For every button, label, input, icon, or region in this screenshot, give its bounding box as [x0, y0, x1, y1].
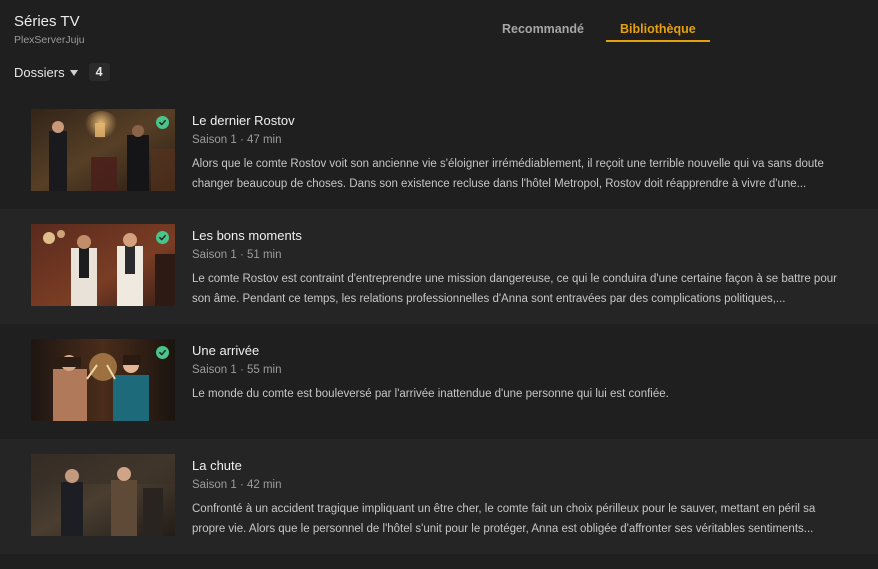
episode-title: Le dernier Rostov [192, 113, 295, 128]
episode-row[interactable]: Le dernier Rostov Saison 1 · 47 min Alor… [0, 94, 878, 209]
tab-recommended[interactable]: Recommandé [488, 18, 598, 42]
episode-title: La chute [192, 458, 242, 473]
tab-library[interactable]: Bibliothèque [605, 18, 710, 42]
header: Séries TV PlexServerJuju Recommandé Bibl… [0, 0, 878, 100]
episode-description: Confronté à un accident tragique impliqu… [192, 503, 816, 535]
episode-row[interactable]: La chute Saison 1 · 42 min Confronté à u… [0, 439, 878, 554]
folders-dropdown-label: Dossiers [14, 64, 65, 80]
server-name: PlexServerJuju [14, 34, 85, 46]
filter-row: Dossiers 4 [14, 62, 110, 82]
app-window: Séries TV PlexServerJuju Recommandé Bibl… [0, 0, 878, 569]
episode-row[interactable]: Les bons moments Saison 1 · 51 min Le co… [0, 209, 878, 324]
watched-check-icon [156, 116, 169, 129]
episode-thumbnail[interactable] [31, 224, 175, 306]
page-title: Séries TV [14, 13, 80, 30]
episode-title: Les bons moments [192, 228, 302, 243]
episode-description: Le monde du comte est bouleversé par l'a… [192, 388, 669, 400]
episode-list: Le dernier Rostov Saison 1 · 47 min Alor… [0, 94, 878, 554]
episode-meta: Saison 1 · 55 min [192, 364, 282, 376]
episode-title: Une arrivée [192, 343, 260, 358]
episode-thumbnail[interactable] [31, 339, 175, 421]
watched-check-icon [156, 231, 169, 244]
episode-meta: Saison 1 · 47 min [192, 134, 282, 146]
item-count-badge: 4 [88, 63, 110, 81]
episode-meta: Saison 1 · 51 min [192, 249, 282, 261]
watched-check-icon [156, 346, 169, 359]
folders-dropdown[interactable]: Dossiers [14, 65, 78, 80]
episode-description: Alors que le comte Rostov voit son ancie… [192, 158, 824, 190]
episode-meta: Saison 1 · 42 min [192, 479, 282, 491]
episode-description: Le comte Rostov est contraint d'entrepre… [192, 273, 837, 305]
caret-down-icon [69, 69, 78, 76]
tab-bar: Recommandé Bibliothèque [488, 18, 710, 42]
episode-thumbnail[interactable] [31, 454, 175, 536]
episode-thumbnail[interactable] [31, 109, 175, 191]
episode-row[interactable]: Une arrivée Saison 1 · 55 min Le monde d… [0, 324, 878, 439]
